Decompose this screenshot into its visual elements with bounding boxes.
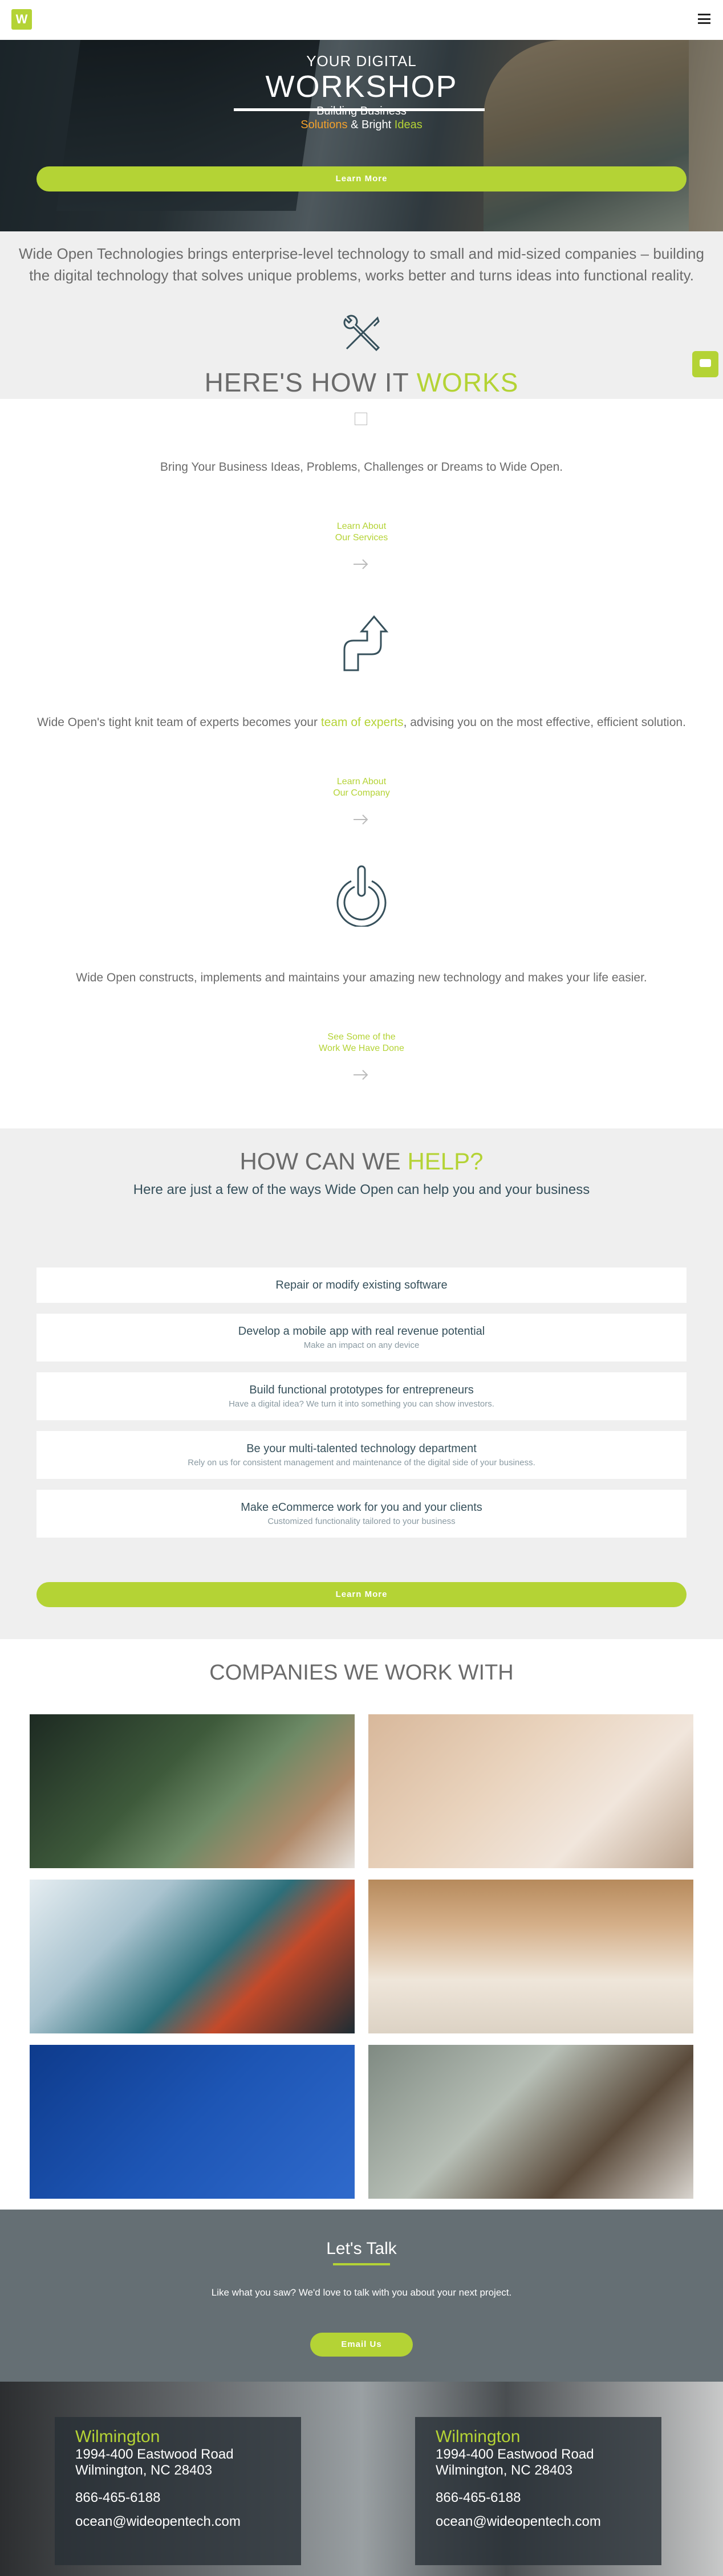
help-item-desc: Rely on us for consistent management and…: [188, 1458, 535, 1468]
site-header: W: [0, 0, 723, 40]
broken-image-icon: [355, 413, 367, 425]
offices-section: Wilmington 1994-400 Eastwood Road Wilmin…: [0, 2382, 723, 2576]
lets-talk-section: Let's Talk Like what you saw? We'd love …: [0, 2210, 723, 2382]
how-it-works-heading: HERE'S HOW IT WORKS: [0, 367, 723, 398]
office-email[interactable]: ocean@wideopentech.com: [75, 2514, 281, 2530]
arrow-right-icon[interactable]: [352, 559, 369, 570]
hero-learn-more-button[interactable]: Learn More: [36, 166, 687, 191]
learn-about-services-link[interactable]: Learn About Our Services: [304, 521, 419, 544]
office-card: Wilmington 1994-400 Eastwood Road Wilmin…: [415, 2417, 661, 2565]
link-line2: Our Services: [335, 533, 388, 543]
step2-text-a: Wide Open's tight knit team of experts b…: [37, 716, 321, 729]
help-list: Repair or modify existing software Devel…: [36, 1267, 687, 1548]
hero-banner: YOUR DIGITAL WORKSHOP Building Business …: [0, 40, 723, 231]
help-item-title: Develop a mobile app with real revenue p…: [238, 1325, 485, 1338]
hamburger-menu-icon[interactable]: [698, 14, 710, 24]
link-line1: Learn About: [336, 777, 387, 786]
help-subtitle: Here are just a few of the ways Wide Ope…: [133, 1182, 590, 1197]
hero-subtitle-line1: Building Business: [316, 105, 407, 117]
office-phone[interactable]: 866-465-6188: [75, 2490, 281, 2506]
team-of-experts-link[interactable]: team of experts: [321, 716, 404, 729]
help-item-title: Make eCommerce work for you and your cli…: [241, 1501, 482, 1514]
help-heading-main: HOW CAN WE: [239, 1148, 408, 1175]
hero-heading: WORKSHOP: [265, 70, 458, 104]
office-address-line1: 1994-400 Eastwood Road: [75, 2447, 234, 2462]
step1-text: Bring Your Business Ideas, Problems, Cha…: [160, 460, 563, 474]
office-city: Wilmington: [436, 2427, 521, 2446]
office-address-line1: 1994-400 Eastwood Road: [436, 2447, 594, 2462]
list-item[interactable]: Develop a mobile app with real revenue p…: [36, 1314, 687, 1362]
arrow-right-icon[interactable]: [352, 814, 369, 825]
hero-subtitle-mid: & Bright: [347, 119, 395, 131]
intro-section: Wide Open Technologies brings enterprise…: [0, 231, 723, 399]
lets-talk-text: Like what you saw? We'd love to talk wit…: [211, 2287, 512, 2298]
list-item[interactable]: Repair or modify existing software: [36, 1267, 687, 1303]
step3-text: Wide Open constructs, implements and mai…: [76, 971, 647, 984]
help-section: HOW CAN WE HELP? Here are just a few of …: [0, 1128, 723, 1639]
office-email[interactable]: ocean@wideopentech.com: [436, 2514, 641, 2530]
office-phone[interactable]: 866-465-6188: [436, 2490, 641, 2506]
companies-heading: COMPANIES WE WORK WITH: [209, 1661, 514, 1685]
company-tile[interactable]: [30, 1880, 355, 2033]
help-item-title: Be your multi-talented technology depart…: [246, 1442, 477, 1455]
company-tile[interactable]: [368, 2045, 693, 2199]
step2-text-b: , advising you on the most effective, ef…: [403, 716, 686, 729]
how-heading-main: HERE'S HOW IT: [204, 368, 417, 397]
company-tile[interactable]: [30, 2045, 355, 2199]
help-item-title: Repair or modify existing software: [275, 1278, 448, 1291]
company-tile[interactable]: [368, 1714, 693, 1868]
list-item[interactable]: Make eCommerce work for you and your cli…: [36, 1490, 687, 1538]
learn-about-company-link[interactable]: Learn About Our Company: [304, 776, 419, 799]
hero-kicker: YOUR DIGITAL: [306, 52, 417, 70]
hero-ideas-word: Ideas: [394, 119, 423, 131]
company-tile[interactable]: [368, 1880, 693, 2033]
link-line2: Work We Have Done: [319, 1044, 404, 1053]
link-line1: See Some of the: [327, 1032, 396, 1042]
how-heading-accent: WORKS: [416, 368, 519, 397]
hero-solutions-word: Solutions: [300, 119, 348, 131]
site-logo[interactable]: W: [11, 9, 32, 30]
steps-section: Bring Your Business Ideas, Problems, Cha…: [0, 399, 723, 1128]
office-city: Wilmington: [75, 2427, 160, 2446]
link-line1: Learn About: [336, 521, 387, 531]
office-address-line2: Wilmington, NC 28403: [436, 2463, 573, 2478]
office-card: Wilmington 1994-400 Eastwood Road Wilmin…: [55, 2417, 301, 2565]
intro-text: Wide Open Technologies brings enterprise…: [19, 245, 704, 284]
lets-talk-heading: Let's Talk: [326, 2239, 397, 2258]
hero-subtitle-line2: Solutions & Bright Ideas: [0, 119, 723, 132]
help-item-title: Build functional prototypes for entrepre…: [249, 1384, 474, 1396]
list-item[interactable]: Build functional prototypes for entrepre…: [36, 1372, 687, 1420]
arrow-right-icon[interactable]: [352, 1069, 369, 1081]
office-address-line2: Wilmington, NC 28403: [75, 2463, 213, 2478]
help-learn-more-button[interactable]: Learn More: [36, 1582, 687, 1607]
help-heading: HOW CAN WE HELP?: [0, 1148, 723, 1175]
wrench-screwdriver-icon: [343, 315, 380, 352]
company-tile[interactable]: [30, 1714, 355, 1868]
step2-text: Wide Open's tight knit team of experts b…: [0, 716, 723, 729]
turn-arrow-icon: [343, 615, 389, 671]
help-item-desc: Customized functionality tailored to you…: [267, 1517, 456, 1526]
help-item-desc: Have a digital idea? We turn it into som…: [229, 1399, 494, 1409]
chat-icon[interactable]: [692, 351, 718, 377]
companies-section: COMPANIES WE WORK WITH: [0, 1639, 723, 2210]
list-item[interactable]: Be your multi-talented technology depart…: [36, 1431, 687, 1479]
see-work-link[interactable]: See Some of the Work We Have Done: [304, 1032, 419, 1054]
hero-title: YOUR DIGITAL WORKSHOP: [0, 52, 723, 103]
heading-underline: [333, 2263, 390, 2265]
help-item-desc: Make an impact on any device: [303, 1340, 420, 1350]
logo-letter: W: [15, 12, 28, 26]
link-line2: Our Company: [333, 788, 390, 798]
power-icon: [336, 865, 387, 927]
help-heading-accent: HELP?: [407, 1148, 484, 1175]
email-us-button[interactable]: Email Us: [310, 2333, 413, 2357]
